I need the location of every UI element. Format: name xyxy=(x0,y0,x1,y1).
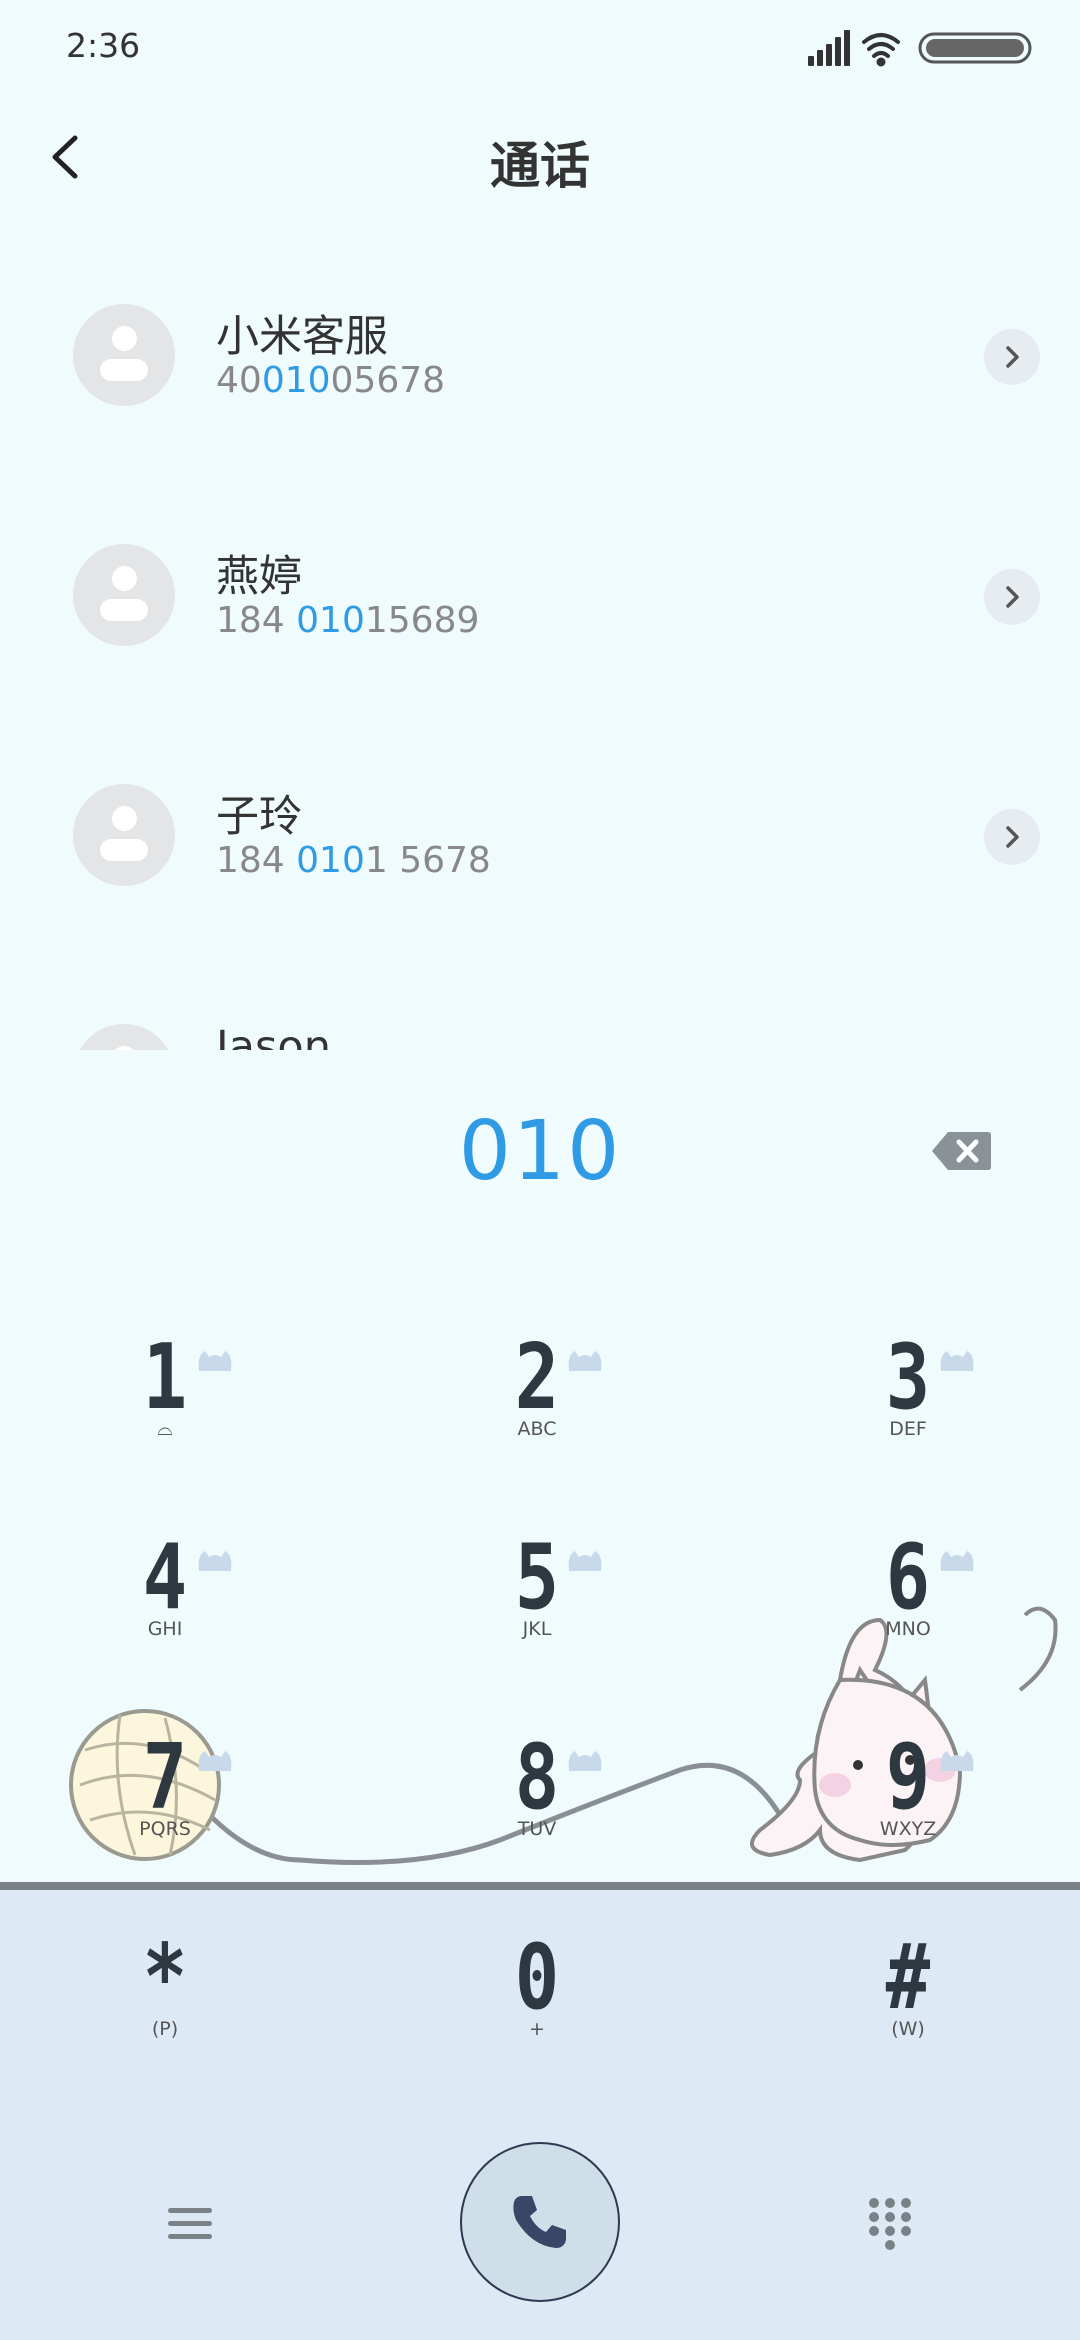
contact-number: 4001005678 xyxy=(216,360,445,401)
contact-name: 燕婷 xyxy=(216,552,302,602)
key-7[interactable]: 7 PQRS xyxy=(65,1730,265,1880)
key-5[interactable]: 5 JKL xyxy=(437,1530,637,1680)
number-prefix: 184 xyxy=(216,840,297,881)
wifi-icon xyxy=(862,33,900,67)
key-9[interactable]: 9 WXYZ xyxy=(808,1730,1008,1880)
chevron-right-icon xyxy=(1006,346,1019,368)
number-match: 010 xyxy=(296,840,365,881)
contact-row[interactable]: 子玲 184 0101 5678 xyxy=(0,716,1080,956)
avatar xyxy=(73,544,175,646)
contact-row[interactable]: 小米客服 4001005678 xyxy=(0,236,1080,476)
cat-ear-icon xyxy=(940,1551,974,1571)
contact-row[interactable]: 燕婷 184 01015689 xyxy=(0,476,1080,716)
cat-ear-icon xyxy=(940,1751,974,1771)
cat-ear-icon xyxy=(940,1351,974,1371)
header: 通话 xyxy=(0,100,1080,212)
contact-number: 184 01015689 xyxy=(216,600,479,641)
dialed-number: 010 xyxy=(458,1104,622,1199)
contact-list: 小米客服 4001005678 燕婷 184 01015689 子玲 184 0… xyxy=(0,236,1080,1050)
number-suffix: 15689 xyxy=(364,600,480,641)
cat-ear-icon xyxy=(198,1351,232,1371)
backspace-icon[interactable] xyxy=(930,1130,992,1172)
key-6[interactable]: 6 MNO xyxy=(808,1530,1008,1680)
number-match: 010 xyxy=(261,360,331,401)
dialpad-icon xyxy=(869,2198,911,2250)
cat-ear-icon xyxy=(568,1551,602,1571)
dialpad-toggle-button[interactable] xyxy=(850,2184,930,2264)
key-hash[interactable]: # (W) xyxy=(808,1930,1008,2080)
avatar xyxy=(73,1024,175,1050)
phone-icon xyxy=(513,2196,566,2248)
key-1[interactable]: 1 ⌓ xyxy=(65,1330,265,1480)
number-match: 010 xyxy=(296,600,365,641)
contact-row[interactable]: Jason xyxy=(0,956,1080,1050)
key-digit: 0 xyxy=(514,1925,560,2030)
key-digit: # xyxy=(885,1925,931,2030)
bottom-action-bar xyxy=(0,2130,1080,2310)
contact-name: 小米客服 xyxy=(216,312,388,362)
status-time: 2:36 xyxy=(66,26,141,65)
contact-detail-button[interactable] xyxy=(984,809,1040,865)
cat-ear-icon xyxy=(568,1751,602,1771)
number-suffix: 1 5678 xyxy=(364,840,491,881)
cat-ear-icon xyxy=(568,1351,602,1371)
avatar xyxy=(73,784,175,886)
call-button[interactable] xyxy=(460,2142,620,2302)
cat-ear-icon xyxy=(198,1751,232,1771)
key-3[interactable]: 3 DEF xyxy=(808,1330,1008,1480)
status-bar: 2:36 xyxy=(0,0,1080,96)
chevron-right-icon xyxy=(1006,826,1019,848)
contact-number: 184 0101 5678 xyxy=(216,840,491,881)
number-suffix: 05678 xyxy=(330,360,446,401)
number-prefix: 184 xyxy=(216,600,297,641)
signal-icon xyxy=(808,30,850,66)
avatar xyxy=(73,304,175,406)
contact-detail-button[interactable] xyxy=(984,329,1040,385)
key-digit: * xyxy=(142,1925,188,2030)
number-prefix: 40 xyxy=(216,360,262,401)
floor-line xyxy=(0,1882,1080,1890)
status-icons xyxy=(808,30,1032,67)
contact-name: 子玲 xyxy=(216,792,302,842)
dial-display: 010 xyxy=(0,1050,1080,1250)
menu-icon xyxy=(168,2208,212,2239)
contact-name: Jason xyxy=(216,1022,331,1050)
key-2[interactable]: 2 ABC xyxy=(437,1330,637,1480)
page-title: 通话 xyxy=(490,137,590,195)
key-0[interactable]: 0 + xyxy=(437,1930,637,2080)
contact-detail-button[interactable] xyxy=(984,569,1040,625)
chevron-right-icon xyxy=(1006,586,1019,608)
key-4[interactable]: 4 GHI xyxy=(65,1530,265,1680)
cat-ear-icon xyxy=(198,1551,232,1571)
battery-icon xyxy=(918,32,1032,64)
key-star[interactable]: * (P) xyxy=(65,1930,265,2080)
menu-button[interactable] xyxy=(150,2184,230,2264)
key-8[interactable]: 8 TUV xyxy=(437,1730,637,1880)
